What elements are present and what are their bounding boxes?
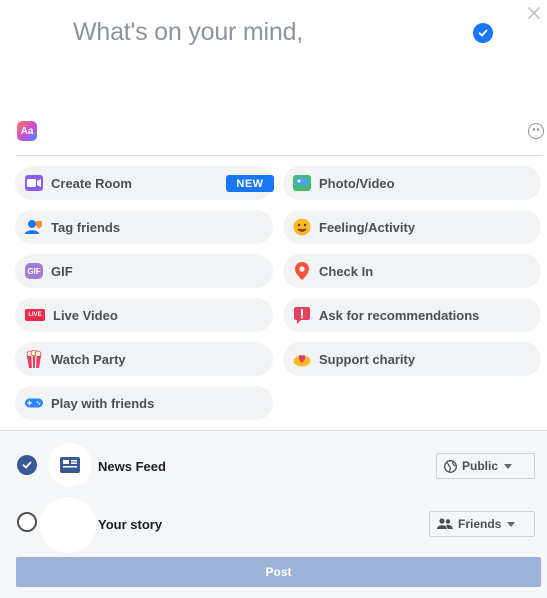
- gif-label: GIF: [51, 263, 73, 279]
- news-feed-icon: [48, 443, 92, 487]
- globe-icon: [444, 459, 457, 473]
- live-video-option[interactable]: LIVE Live Video: [15, 298, 273, 332]
- gif-icon: GIF: [25, 263, 43, 279]
- news-feed-privacy-value: Public: [462, 459, 499, 473]
- checkmark-icon: [473, 23, 493, 43]
- post-prompt-input[interactable]: What's on your mind,: [73, 18, 303, 47]
- post-composer: What's on your mind, Aa Create Room NEW …: [0, 0, 547, 430]
- tag-friends-label: Tag friends: [51, 219, 121, 235]
- smiley-icon: [293, 218, 311, 236]
- news-feed-label: News Feed: [98, 459, 166, 474]
- location-pin-icon: [293, 262, 311, 280]
- tag-friends-icon: [25, 219, 43, 235]
- popcorn-icon: [25, 350, 43, 368]
- watch-party-option[interactable]: Watch Party: [15, 342, 273, 376]
- play-with-friends-label: Play with friends: [51, 395, 155, 411]
- new-badge: NEW: [226, 175, 274, 192]
- emoji-icon[interactable]: [528, 123, 544, 139]
- charity-icon: [293, 351, 311, 367]
- audience-section: News Feed Public Your story Friends Post: [0, 430, 547, 598]
- feeling-activity-option[interactable]: Feeling/Activity: [283, 210, 541, 244]
- news-feed-checkbox[interactable]: [17, 455, 37, 475]
- ask-recommendations-label: Ask for recommendations: [319, 307, 480, 323]
- story-privacy-dropdown[interactable]: Friends: [429, 511, 535, 537]
- story-privacy-value: Friends: [458, 517, 502, 531]
- support-charity-option[interactable]: Support charity: [283, 342, 541, 376]
- chevron-down-icon: [504, 463, 513, 469]
- friends-icon: [437, 518, 453, 529]
- game-controller-icon: [25, 395, 43, 411]
- video-room-icon: [25, 175, 43, 191]
- live-video-label: Live Video: [53, 307, 118, 323]
- story-checkbox[interactable]: [17, 512, 37, 532]
- close-icon[interactable]: [527, 6, 541, 20]
- post-button[interactable]: Post: [16, 557, 541, 587]
- live-icon: LIVE: [25, 309, 45, 321]
- news-feed-privacy-dropdown[interactable]: Public: [436, 453, 535, 479]
- chevron-down-icon: [507, 521, 516, 527]
- create-room-label: Create Room: [51, 175, 132, 191]
- check-in-label: Check In: [319, 263, 374, 279]
- watch-party-label: Watch Party: [51, 351, 126, 367]
- photo-video-option[interactable]: Photo/Video: [283, 166, 541, 200]
- create-room-option[interactable]: Create Room NEW: [15, 166, 274, 200]
- gif-option[interactable]: GIF GIF: [15, 254, 273, 288]
- photo-icon: [293, 175, 311, 191]
- divider: [16, 155, 543, 156]
- tag-friends-option[interactable]: Tag friends: [15, 210, 273, 244]
- story-label: Your story: [98, 517, 163, 532]
- ask-recommendations-option[interactable]: Ask for recommendations: [283, 298, 541, 332]
- check-in-option[interactable]: Check In: [283, 254, 541, 288]
- avatar: [40, 497, 96, 553]
- photo-video-label: Photo/Video: [319, 175, 395, 191]
- feeling-activity-label: Feeling/Activity: [319, 219, 416, 235]
- background-picker-icon[interactable]: Aa: [17, 121, 37, 141]
- play-with-friends-option[interactable]: Play with friends: [15, 386, 273, 420]
- support-charity-label: Support charity: [319, 351, 416, 367]
- recommendation-icon: [293, 306, 311, 324]
